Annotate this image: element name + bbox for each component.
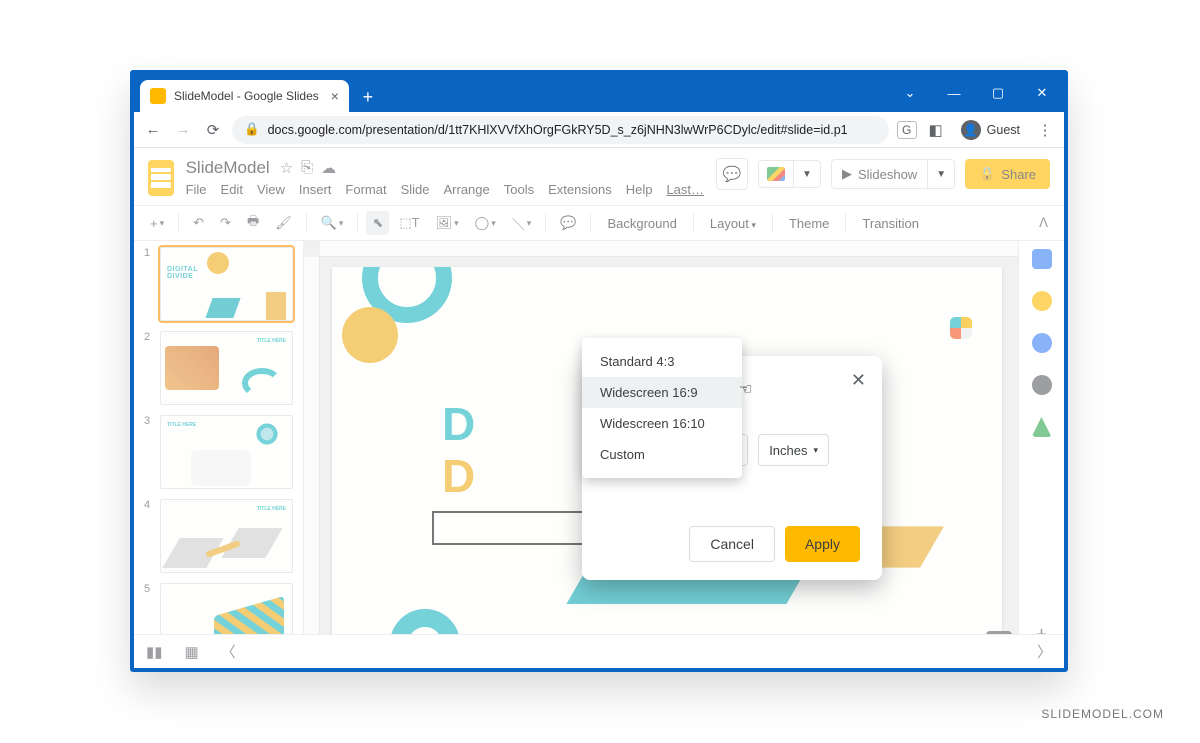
line-tool[interactable]: ＼▾ [506, 210, 538, 237]
undo-button[interactable]: ↶ [187, 211, 210, 235]
option-widescreen-1610[interactable]: Widescreen 16:10 [582, 408, 742, 439]
slide-thumb-3[interactable]: 3TITLE HERE [144, 415, 293, 489]
redo-button[interactable]: ↷ [214, 211, 237, 235]
window-titlebar: SlideModel - Google Slides × + ⌄ — ▢ ✕ [134, 74, 1064, 112]
url-input[interactable]: 🔒 docs.google.com/presentation/d/1tt7KHl… [232, 116, 889, 144]
slideshow-button[interactable]: ▶Slideshow ▼ [831, 159, 955, 189]
menu-edit[interactable]: Edit [221, 182, 243, 197]
menu-arrange[interactable]: Arrange [444, 182, 490, 197]
aspect-ratio-dropdown: Standard 4:3 Widescreen 16:9 Widescreen … [582, 338, 742, 478]
cloud-status-icon[interactable]: ☁ [321, 159, 336, 177]
menu-tools[interactable]: Tools [504, 182, 534, 197]
option-custom[interactable]: Custom [582, 439, 742, 470]
profile-label: Guest [987, 123, 1020, 137]
chevron-down-icon[interactable]: ⌄ [888, 74, 932, 112]
toolbar: +▾ ↶ ↷ 🖶 🖌 🔍▾ ⬉ ⬚T 🖼▾ ◯▾ ＼▾ 💬 Background… [134, 205, 1064, 241]
kebab-menu-icon[interactable]: ⋮ [1034, 119, 1056, 141]
theme-button[interactable]: Theme [781, 212, 837, 235]
image-tool[interactable]: 🖼▾ [430, 211, 465, 235]
textbox-tool[interactable]: ⬚T [393, 211, 425, 235]
reload-button[interactable]: ⟳ [202, 119, 224, 141]
browser-tab[interactable]: SlideModel - Google Slides × [140, 80, 349, 112]
tab-close-icon[interactable]: × [331, 88, 339, 104]
option-widescreen-169[interactable]: Widescreen 16:9 [582, 377, 742, 408]
bottom-bar: ▮▮ ▦ 〈 〉 [134, 634, 1064, 668]
grid-view-icon[interactable]: ▦ [185, 643, 199, 661]
tab-title: SlideModel - Google Slides [174, 89, 319, 103]
filmstrip[interactable]: 1DIGITALDIVIDE 2TITLE HERE 3TITLE HERE 4… [134, 241, 304, 663]
star-icon[interactable]: ☆ [280, 159, 293, 177]
meet-icon [767, 167, 785, 181]
apply-button[interactable]: Apply [785, 526, 860, 562]
address-bar: ← → ⟳ 🔒 docs.google.com/presentation/d/1… [134, 112, 1064, 148]
menu-slide[interactable]: Slide [401, 182, 430, 197]
side-panel: + [1018, 241, 1064, 663]
back-button[interactable]: ← [142, 119, 164, 141]
slides-logo-icon[interactable] [148, 160, 174, 196]
shape-tool[interactable]: ◯▾ [469, 211, 502, 235]
filmstrip-view-icon[interactable]: ▮▮ [146, 643, 163, 661]
doc-title[interactable]: SlideModel [186, 158, 270, 178]
background-button[interactable]: Background [599, 212, 684, 235]
ruler-horizontal [320, 241, 1018, 257]
meet-button[interactable]: ▼ [758, 160, 821, 188]
collapse-filmstrip-icon[interactable]: 〈 [221, 641, 236, 662]
lock-icon: 🔒 [244, 122, 260, 137]
paint-format-button[interactable]: 🖌 [269, 211, 298, 235]
menu-insert[interactable]: Insert [299, 182, 332, 197]
move-icon[interactable]: ⎘ [301, 159, 313, 177]
menu-format[interactable]: Format [345, 182, 386, 197]
slide-thumb-1[interactable]: 1DIGITALDIVIDE [144, 247, 293, 321]
canvas-title-2: D [442, 449, 477, 503]
slides-favicon-icon [150, 88, 166, 104]
menu-file[interactable]: File [186, 182, 207, 197]
translate-icon[interactable]: G [897, 121, 917, 139]
select-tool[interactable]: ⬉ [366, 211, 389, 235]
zoom-button[interactable]: 🔍▾ [315, 211, 350, 235]
cancel-button[interactable]: Cancel [689, 526, 775, 562]
print-button[interactable]: 🖶 [241, 208, 265, 238]
profile-chip[interactable]: 👤 Guest [955, 117, 1026, 143]
menu-last-edit[interactable]: Last… [666, 182, 704, 197]
side-panel-toggle-icon[interactable]: 〉 [1037, 641, 1052, 662]
slide-thumb-4[interactable]: 4TITLE HERE [144, 499, 293, 573]
option-standard-43[interactable]: Standard 4:3 [582, 346, 742, 377]
share-button[interactable]: 🔒 Share [965, 159, 1050, 189]
menu-view[interactable]: View [257, 182, 285, 197]
maps-icon[interactable] [1032, 417, 1052, 437]
keep-icon[interactable] [1032, 291, 1052, 311]
menu-extensions[interactable]: Extensions [548, 182, 612, 197]
comments-button[interactable]: 💬 [716, 158, 748, 190]
calendar-icon[interactable] [1032, 249, 1052, 269]
lock-icon: 🔒 [979, 166, 995, 182]
window-controls: ⌄ — ▢ ✕ [888, 74, 1064, 112]
transition-button[interactable]: Transition [854, 212, 927, 235]
contacts-icon[interactable] [1032, 375, 1052, 395]
unit-select[interactable]: Inches▾ [758, 434, 829, 466]
tasks-icon[interactable] [1032, 333, 1052, 353]
browser-window: SlideModel - Google Slides × + ⌄ — ▢ ✕ ←… [130, 70, 1068, 672]
new-slide-button[interactable]: +▾ [144, 212, 170, 235]
url-text: docs.google.com/presentation/d/1tt7KHlXV… [268, 123, 848, 137]
collapse-toolbar-button[interactable]: ᐱ [1033, 211, 1054, 235]
canvas-title-1: D [442, 397, 477, 451]
comment-tool[interactable]: 💬 [554, 211, 582, 235]
menu-help[interactable]: Help [626, 182, 653, 197]
menu-bar: File Edit View Insert Format Slide Arran… [186, 182, 704, 197]
slideshow-dropdown[interactable]: ▼ [927, 160, 954, 188]
close-window-button[interactable]: ✕ [1020, 74, 1064, 112]
play-icon: ▶ [842, 166, 852, 182]
avatar-icon: 👤 [961, 120, 981, 140]
forward-button[interactable]: → [172, 119, 194, 141]
dialog-close-button[interactable]: ✕ [851, 370, 866, 391]
watermark-text: SLIDEMODEL.COM [1041, 707, 1164, 721]
maximize-button[interactable]: ▢ [976, 74, 1020, 112]
slide-thumb-2[interactable]: 2TITLE HERE [144, 331, 293, 405]
minimize-button[interactable]: — [932, 74, 976, 112]
new-tab-button[interactable]: + [355, 84, 381, 110]
extensions-icon[interactable]: ◧ [925, 119, 947, 141]
layout-button[interactable]: Layout ▾ [702, 212, 764, 235]
app-header: SlideModel ☆ ⎘ ☁ File Edit View Insert F… [134, 148, 1064, 197]
ruler-vertical [304, 257, 320, 663]
